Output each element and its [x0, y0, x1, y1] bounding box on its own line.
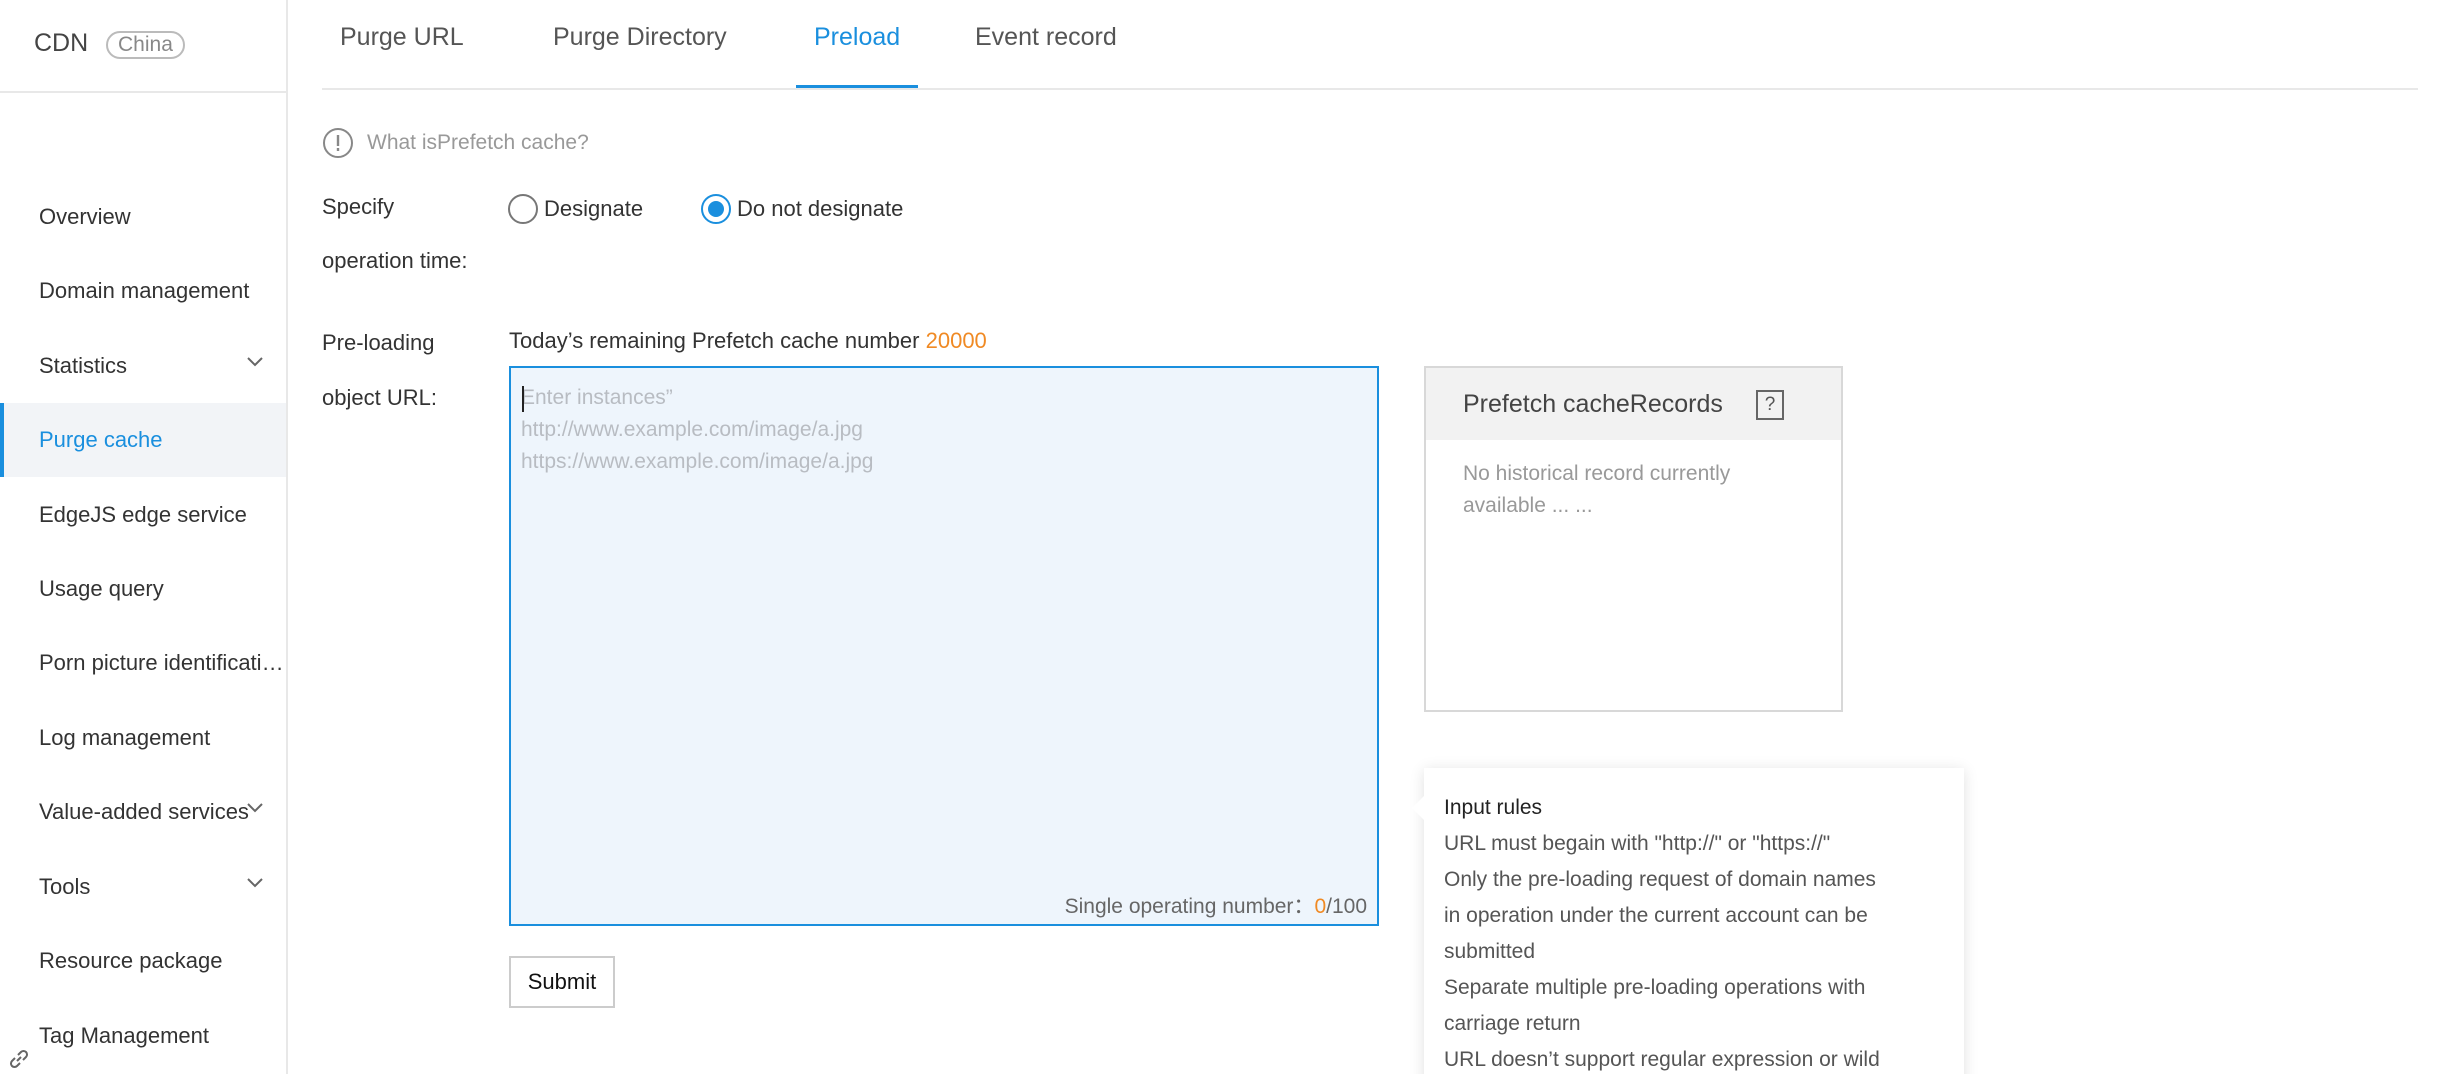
- sidebar-item-usage-query[interactable]: Usage query: [0, 552, 286, 626]
- tab-bar: Purge URL Purge Directory Preload Event …: [322, 0, 2418, 90]
- rule-line: Separate multiple pre-loading operations…: [1444, 976, 1866, 999]
- records-title: Prefetch cacheRecords: [1463, 390, 1723, 418]
- designate-radio[interactable]: [508, 194, 538, 224]
- sidebar-item-statistics[interactable]: Statistics: [0, 329, 286, 403]
- sidebar-item-label: Domain management: [39, 278, 250, 303]
- preload-label-line2: object URL:: [322, 385, 437, 410]
- rule-line: in operation under the current account c…: [1444, 904, 1868, 927]
- sidebar-item-label: Value-added services: [39, 799, 249, 824]
- schedule-label-line1: Specify: [322, 194, 395, 219]
- records-header: Prefetch cacheRecords ?: [1426, 368, 1841, 440]
- sidebar-item-label: Statistics: [39, 353, 128, 378]
- brand-title: CDN: [34, 29, 89, 57]
- remaining-quota-value: 20000: [925, 328, 987, 353]
- sidebar-item-label: Usage query: [39, 576, 164, 601]
- operation-count-max: /100: [1326, 895, 1367, 918]
- remaining-quota: Today’s remaining Prefetch cache number …: [509, 328, 987, 354]
- rule-line: carriage return: [1444, 1012, 1581, 1035]
- chevron-down-icon: [246, 353, 264, 371]
- operation-count: Single operating number：0/100: [1065, 890, 1367, 920]
- url-input-box: Enter instances” http://www.example.com/…: [509, 366, 1379, 926]
- submit-button[interactable]: Submit: [509, 956, 615, 1008]
- input-rules-title: Input rules: [1444, 796, 1543, 819]
- input-rules-popover: Input rules URL must begain with "http:/…: [1412, 768, 1964, 1074]
- help-icon[interactable]: ?: [1756, 390, 1784, 420]
- rule-line: Only the pre-loading request of domain n…: [1444, 868, 1876, 891]
- sidebar-item-label: Porn picture identification: [39, 650, 286, 675]
- schedule-label-line2: operation time:: [322, 248, 468, 273]
- info-circle-icon: [322, 127, 354, 159]
- sidebar-header: CDN China: [0, 0, 286, 93]
- preload-label-line1: Pre-loading: [322, 330, 435, 355]
- link-icon: [8, 1026, 30, 1069]
- sidebar-item-label: Purge cache: [39, 427, 163, 452]
- sidebar-item-resource-package[interactable]: Resource package: [0, 924, 286, 998]
- rule-line: URL must begain with "http://" or "https…: [1444, 832, 1831, 855]
- tab-preload[interactable]: Preload: [796, 0, 919, 88]
- sidebar-item-porn-identification[interactable]: Porn picture identification: [0, 626, 286, 700]
- prefetch-records-panel: Prefetch cacheRecords ? No historical re…: [1424, 366, 1843, 712]
- rule-line: URL doesn’t support regular expression o…: [1444, 1048, 1880, 1071]
- sidebar-item-log-management[interactable]: Log management: [0, 701, 286, 775]
- sidebar-item-label: EdgeJS edge service: [39, 502, 247, 527]
- sidebar-item-label: Tag Management: [39, 1023, 209, 1048]
- tab-purge-url[interactable]: Purge URL: [322, 0, 482, 88]
- records-empty-message: No historical record currently available…: [1463, 462, 1731, 517]
- sidebar-item-tools[interactable]: Tools: [0, 850, 286, 924]
- remaining-quota-text: Today’s remaining Prefetch cache number: [509, 328, 920, 353]
- not-designate-radio-label[interactable]: Do not designate: [737, 196, 903, 222]
- sidebar-item-label: Overview: [39, 204, 131, 229]
- url-input[interactable]: [511, 368, 1377, 924]
- not-designate-radio[interactable]: [701, 194, 731, 224]
- sidebar-item-domain-management[interactable]: Domain management: [0, 254, 286, 328]
- region-badge[interactable]: China: [106, 31, 185, 59]
- rule-line: submitted: [1444, 940, 1536, 963]
- operation-count-current: 0: [1314, 895, 1327, 918]
- chevron-down-icon: [246, 874, 264, 892]
- tab-purge-directory[interactable]: Purge Directory: [535, 0, 745, 88]
- sidebar-item-edgejs[interactable]: EdgeJS edge service: [0, 478, 286, 552]
- tab-event-record[interactable]: Event record: [957, 0, 1135, 88]
- designate-radio-label[interactable]: Designate: [544, 196, 643, 222]
- sidebar-item-label: Resource package: [39, 948, 223, 973]
- sidebar-item-value-added-services[interactable]: Value-added services: [0, 775, 286, 849]
- operation-count-label: Single operating number：: [1064, 895, 1315, 918]
- sidebar-item-overview[interactable]: Overview: [0, 180, 286, 254]
- what-is-prefetch-link[interactable]: What isPrefetch cache?: [367, 131, 589, 155]
- sidebar: CDN China Overview Domain management Sta…: [0, 0, 288, 1074]
- chevron-down-icon: [246, 799, 264, 817]
- sidebar-item-label: Tools: [39, 874, 91, 899]
- sidebar-item-purge-cache[interactable]: Purge cache: [0, 403, 286, 477]
- sidebar-item-label: Log management: [39, 725, 211, 750]
- sidebar-item-tag-management[interactable]: Tag Management: [0, 999, 286, 1073]
